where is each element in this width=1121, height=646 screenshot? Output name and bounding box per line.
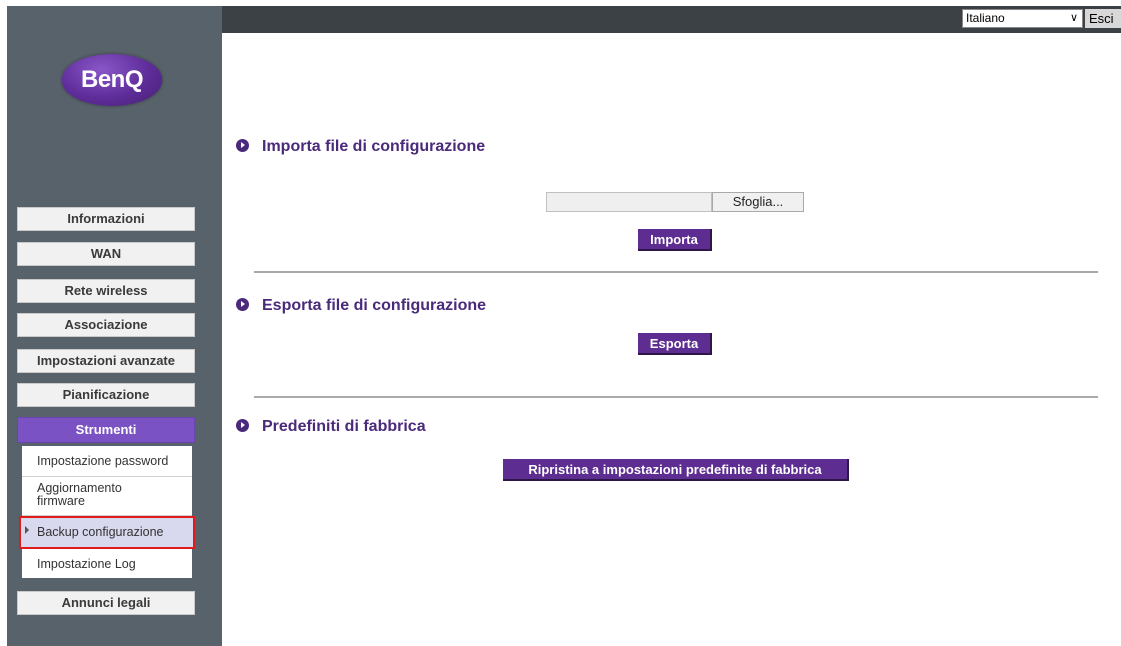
divider xyxy=(254,271,1098,273)
file-path-input[interactable] xyxy=(546,192,712,212)
submenu-item-impostazione-password[interactable]: Impostazione password xyxy=(22,446,192,477)
language-select[interactable]: Italiano ∨ xyxy=(962,9,1083,28)
section-export-title: Esporta file di configurazione xyxy=(236,297,486,315)
import-button[interactable]: Importa xyxy=(638,229,712,251)
sidebar-item-pianificazione[interactable]: Pianificazione xyxy=(17,383,195,407)
divider xyxy=(254,396,1098,398)
section-factory-title: Predefiniti di fabbrica xyxy=(236,418,426,436)
strumenti-submenu: Impostazione password Aggiornamento firm… xyxy=(19,446,195,578)
circle-play-icon xyxy=(236,298,249,311)
benq-logo: BenQ xyxy=(62,54,162,106)
circle-play-icon xyxy=(236,419,249,432)
sidebar-item-strumenti[interactable]: Strumenti xyxy=(17,417,195,443)
section-import-title: Importa file di configurazione xyxy=(236,138,485,156)
submenu-item-backup-configurazione[interactable]: Backup configurazione xyxy=(19,516,195,549)
sidebar-item-informazioni[interactable]: Informazioni xyxy=(17,207,195,231)
submenu-item-aggiornamento-firmware[interactable]: Aggiornamento firmware xyxy=(22,478,192,516)
sidebar-item-annunci-legali[interactable]: Annunci legali xyxy=(17,591,195,615)
circle-play-icon xyxy=(236,139,249,152)
factory-reset-button[interactable]: Ripristina a impostazioni predefinite di… xyxy=(503,459,849,481)
language-value: Italiano xyxy=(966,11,1005,25)
submenu-item-label: Impostazione Log xyxy=(37,557,136,571)
submenu-item-label: Backup configurazione xyxy=(37,525,164,539)
chevron-down-icon: ∨ xyxy=(1069,12,1078,24)
caret-right-icon xyxy=(25,526,29,534)
submenu-item-label: Impostazione password xyxy=(37,454,169,468)
sidebar-item-associazione[interactable]: Associazione xyxy=(17,313,195,337)
sidebar-item-wan[interactable]: WAN xyxy=(17,242,195,266)
export-button[interactable]: Esporta xyxy=(638,333,712,355)
sidebar-item-rete-wireless[interactable]: Rete wireless xyxy=(17,279,195,303)
submenu-item-label: Aggiornamento firmware xyxy=(37,481,122,508)
browse-button[interactable]: Sfoglia... xyxy=(712,192,804,212)
logout-button[interactable]: Esci xyxy=(1085,9,1121,28)
sidebar-item-impostazioni-avanzate[interactable]: Impostazioni avanzate xyxy=(17,349,195,373)
submenu-item-impostazione-log[interactable]: Impostazione Log xyxy=(22,551,192,578)
sidebar: BenQ Informazioni WAN Rete wireless Asso… xyxy=(7,6,222,646)
